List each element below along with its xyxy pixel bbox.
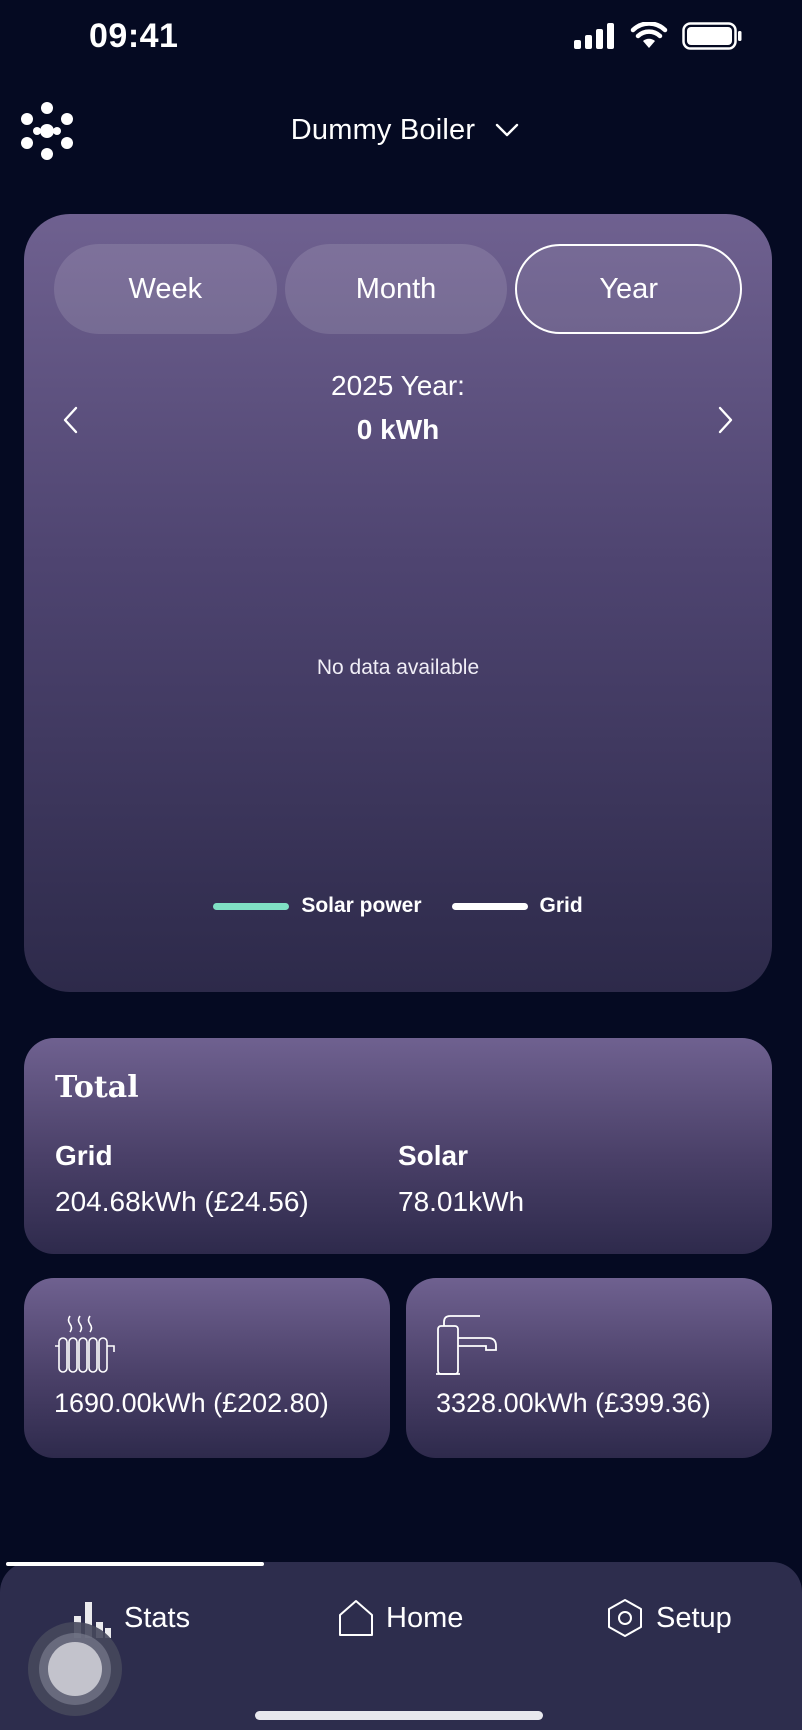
tap-icon: [436, 1312, 502, 1383]
totals-card: Total Grid 204.68kWh (£24.56) Solar 78.0…: [24, 1038, 772, 1254]
chart-empty-message: No data available: [316, 656, 480, 679]
total-grid: Grid 204.68kWh (£24.56): [55, 1140, 309, 1218]
home-indicator[interactable]: [255, 1711, 543, 1720]
nav-label-home: Home: [386, 1601, 464, 1634]
status-icons: [574, 22, 742, 50]
assistive-touch-button[interactable]: [28, 1622, 122, 1716]
active-tab-indicator: [6, 1562, 264, 1566]
heating-usage-value: 1690.00kWh (£202.80): [54, 1388, 329, 1418]
tab-month[interactable]: Month: [284, 244, 508, 334]
status-time: 09:41: [89, 17, 179, 55]
total-solar: Solar 78.01kWh: [398, 1140, 524, 1218]
energy-chart-card: Week Month Year 2025 Year: 0 kWh No data…: [24, 214, 772, 992]
legend-swatch-grid: [451, 902, 528, 910]
setup-icon: [608, 1599, 642, 1637]
device-name: Dummy Boiler: [290, 113, 476, 146]
status-bar: 09:41: [0, 0, 802, 76]
bottom-navigation: Stats Home Setup: [0, 1562, 802, 1730]
legend-label-solar: Solar power: [301, 894, 422, 917]
legend-swatch-solar: [213, 902, 290, 910]
totals-title: Total: [55, 1070, 139, 1105]
next-period-button[interactable]: [706, 390, 746, 450]
hot-water-usage-value: 3328.00kWh (£399.36): [436, 1388, 711, 1418]
nav-item-setup[interactable]: Setup: [606, 1590, 732, 1646]
period-tabs: Week Month Year: [54, 244, 743, 334]
brand-logo-icon[interactable]: [18, 102, 76, 160]
radiator-icon: [54, 1312, 120, 1379]
wifi-icon: [630, 22, 668, 48]
cellular-signal-icon: [574, 23, 614, 49]
legend-item-solar: Solar power: [213, 894, 422, 918]
chart-legend: Solar power Grid: [24, 894, 772, 918]
nav-item-home[interactable]: Home: [338, 1590, 463, 1646]
device-selector[interactable]: Dummy Boiler: [260, 104, 550, 156]
period-label: 2025 Year:: [331, 370, 465, 401]
nav-label-stats: Stats: [124, 1601, 191, 1634]
assistive-touch-ring: [39, 1633, 111, 1705]
total-grid-value: 204.68kWh (£24.56): [55, 1186, 309, 1217]
battery-icon: [682, 22, 742, 50]
tab-year[interactable]: Year: [515, 244, 743, 334]
heating-usage-card[interactable]: 1690.00kWh (£202.80): [24, 1278, 390, 1458]
chevron-down-icon: [496, 123, 519, 137]
home-icon: [339, 1600, 373, 1636]
nav-label-setup: Setup: [656, 1601, 732, 1634]
chevron-right-icon: [718, 406, 733, 434]
total-grid-label: Grid: [55, 1140, 113, 1171]
assistive-touch-core: [48, 1642, 102, 1696]
period-total: 0 kWh: [356, 414, 440, 445]
tab-week[interactable]: Week: [54, 244, 277, 334]
legend-label-grid: Grid: [539, 894, 583, 917]
legend-item-grid: Grid: [451, 894, 583, 918]
total-solar-value: 78.01kWh: [398, 1186, 525, 1217]
total-solar-label: Solar: [398, 1140, 469, 1171]
hot-water-usage-card[interactable]: 3328.00kWh (£399.36): [406, 1278, 772, 1458]
